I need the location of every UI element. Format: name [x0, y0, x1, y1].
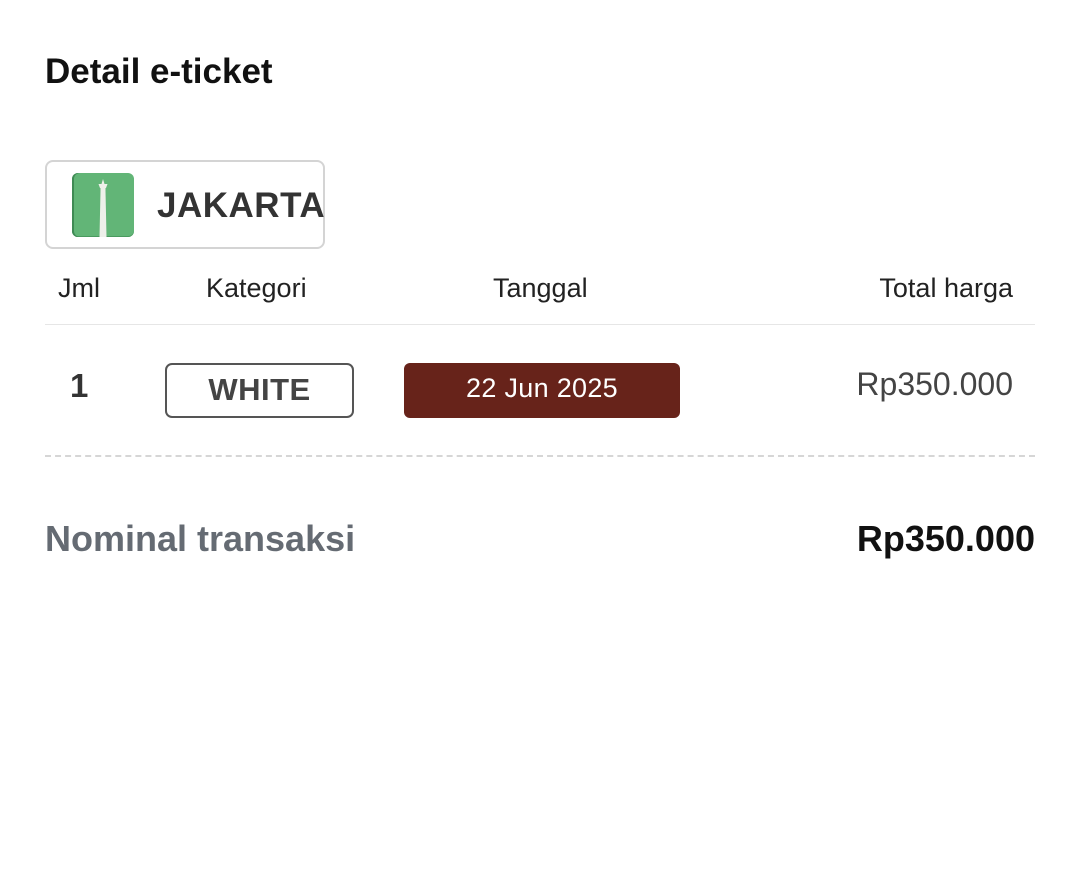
column-header-qty: Jml [58, 273, 100, 303]
page-title: Detail e-ticket [45, 52, 273, 91]
column-header-category: Kategori [206, 273, 307, 303]
ticket-quantity: 1 [70, 367, 89, 404]
city-name: JAKARTA [157, 186, 326, 225]
category-badge: WHITE [165, 363, 354, 418]
header-divider [45, 324, 1035, 325]
column-header-total-price: Total harga [879, 273, 1013, 303]
column-header-date: Tanggal [493, 273, 588, 303]
city-card: JAKARTA [45, 160, 325, 249]
transaction-amount-label: Nominal transaksi [45, 518, 356, 559]
transaction-amount-value: Rp350.000 [856, 518, 1035, 559]
dashed-divider [45, 455, 1035, 457]
monas-monument-icon [72, 173, 134, 237]
date-badge: 22 Jun 2025 [404, 363, 680, 418]
row-total-price: Rp350.000 [856, 366, 1013, 402]
